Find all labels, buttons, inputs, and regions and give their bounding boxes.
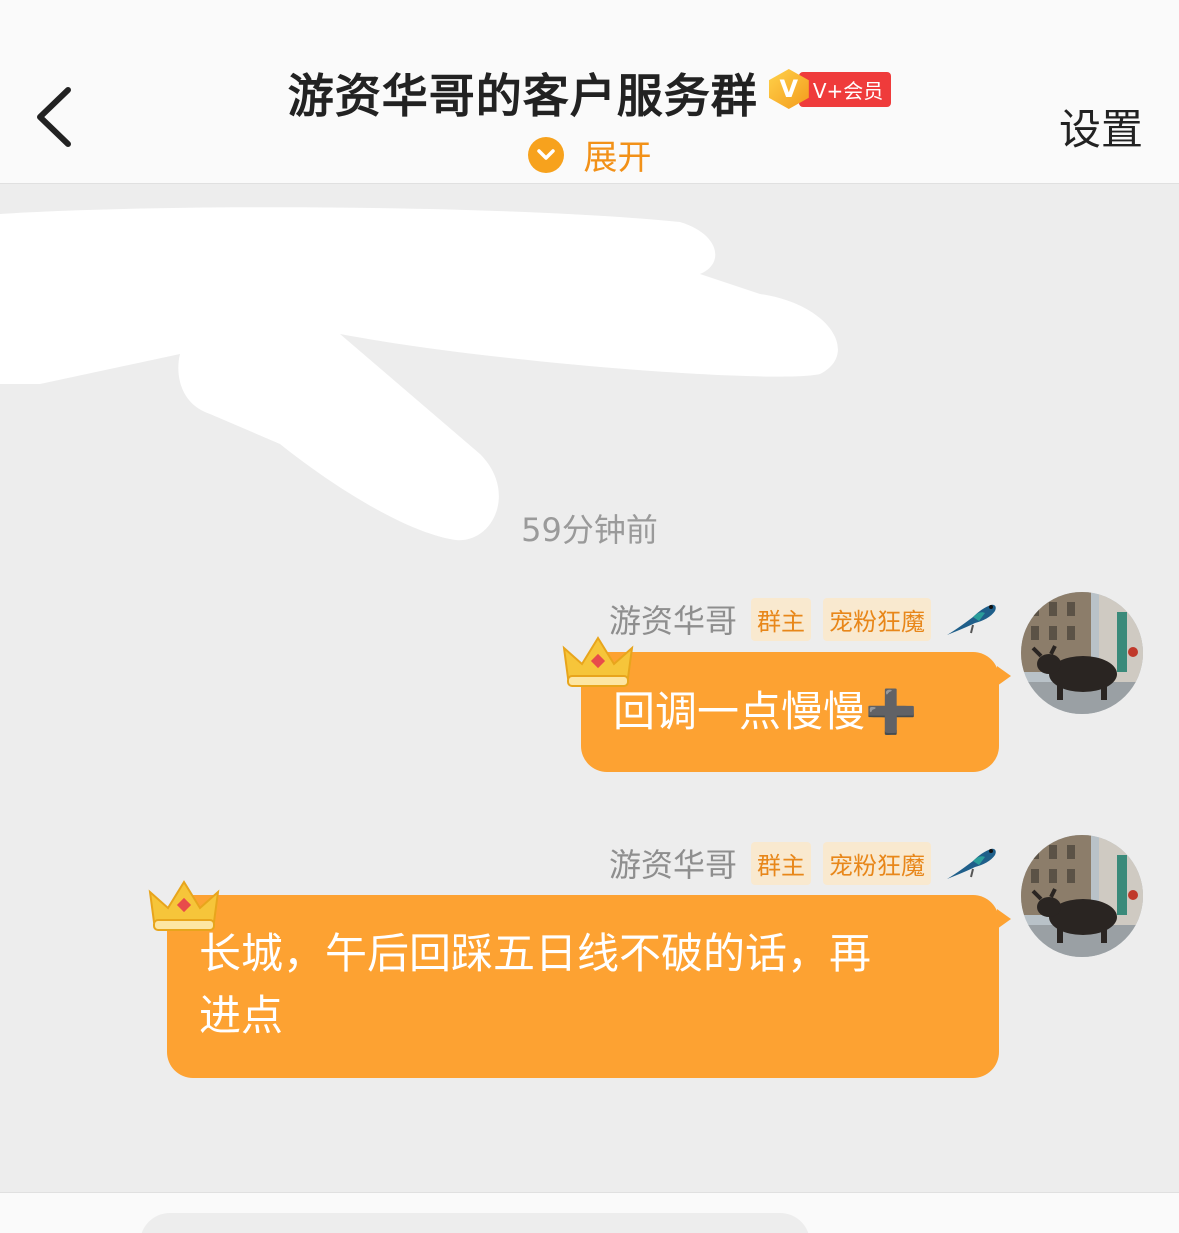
- message-text-line-2: 进点: [199, 991, 284, 1040]
- bird-icon: [947, 848, 996, 879]
- expand-label: 展开: [583, 138, 652, 178]
- badge-owner: 群主: [751, 597, 811, 641]
- input-bar: [0, 1192, 1179, 1233]
- crown-icon: [148, 880, 220, 931]
- message-bubble[interactable]: 回调一点慢慢➕: [581, 652, 1011, 772]
- chat-header: 游资华哥的客户服务群 V V+会员 展开 设置: [0, 0, 1179, 184]
- bull-avatar[interactable]: [1021, 835, 1143, 957]
- message-text: 回调一点慢慢➕: [613, 687, 918, 736]
- bird-icon: [947, 604, 996, 635]
- bull-avatar[interactable]: [1021, 592, 1143, 714]
- vip-label: V+会员: [798, 71, 892, 107]
- redaction-scribble: [0, 207, 838, 541]
- message-bubble[interactable]: 长城，午后回踩五日线不破的话，再 进点: [167, 895, 1011, 1078]
- message-input[interactable]: [140, 1213, 810, 1233]
- expand-toggle[interactable]: 展开: [0, 130, 1179, 179]
- group-title: 游资华哥的客户服务群: [287, 69, 758, 123]
- message-meta: 游资华哥 群主 宠粉狂魔: [609, 596, 999, 642]
- chevron-down-icon: [527, 136, 564, 173]
- badge-fan-title: 宠粉狂魔: [823, 597, 931, 641]
- badge-fan-title: 宠粉狂魔: [823, 841, 931, 885]
- badge-owner: 群主: [751, 841, 811, 885]
- message-text-line-1: 长城，午后回踩五日线不破的话，再: [199, 929, 872, 978]
- sender-name[interactable]: 游资华哥: [609, 840, 737, 886]
- message-meta: 游资华哥 群主 宠粉狂魔: [609, 840, 999, 886]
- settings-button[interactable]: 设置: [1059, 96, 1143, 157]
- title-row: 游资华哥的客户服务群 V V+会员: [0, 60, 1179, 126]
- crown-icon: [562, 636, 634, 687]
- message-timestamp: 59分钟前: [521, 511, 658, 549]
- vip-badge[interactable]: V V+会员: [768, 69, 892, 109]
